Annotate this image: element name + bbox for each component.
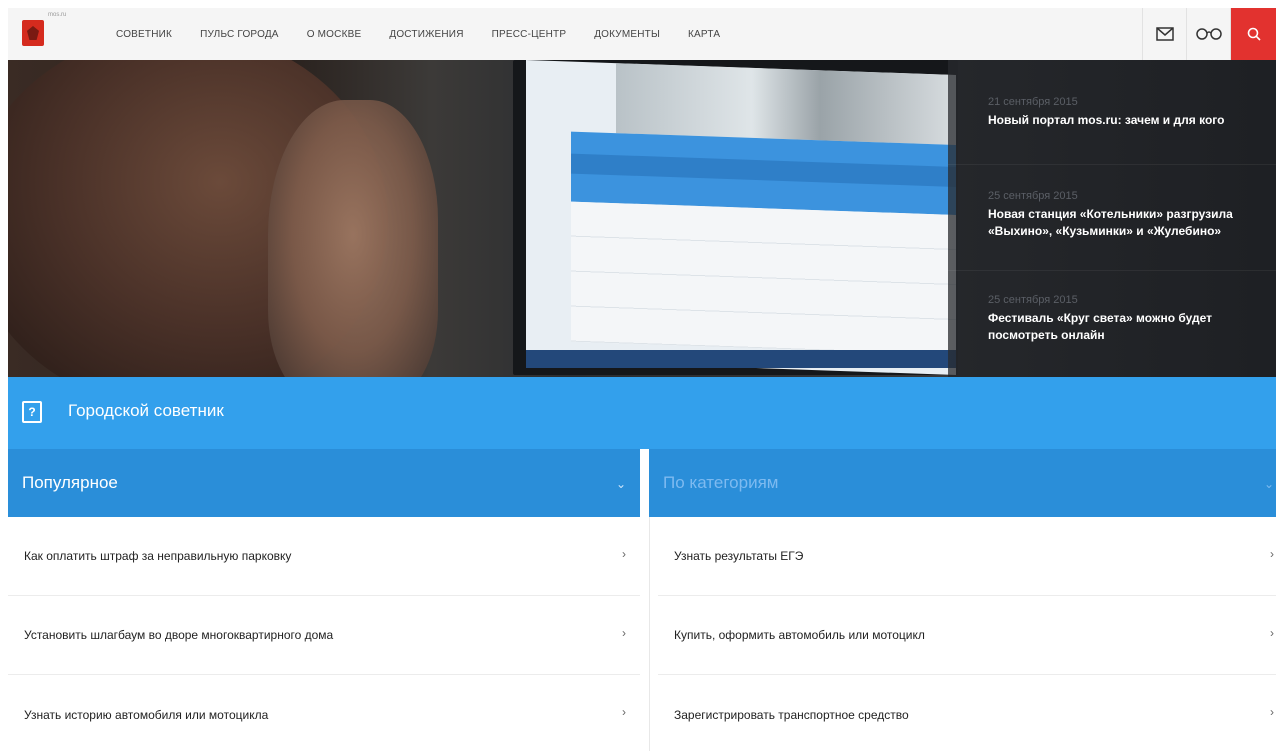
- screen-list-lines: [571, 201, 956, 356]
- advisor-title: Городской советник: [68, 401, 224, 420]
- search-button[interactable]: [1230, 8, 1276, 60]
- list-item[interactable]: Узнать историю автомобиля или мотоцикла …: [8, 675, 640, 751]
- list-item-label: Установить шлагбаум во дворе многокварти…: [24, 628, 334, 642]
- glasses-icon: [1195, 28, 1222, 40]
- list-item[interactable]: Купить, оформить автомобиль или мотоцикл…: [658, 596, 1276, 675]
- screen-photo-area: [616, 63, 956, 146]
- popular-list: Как оплатить штраф за неправильную парко…: [8, 517, 640, 751]
- mail-icon: [1155, 27, 1174, 41]
- news-date: 21 сентября 2015: [988, 96, 1078, 108]
- chevron-right-icon: ›: [622, 705, 626, 719]
- list-item[interactable]: Узнать результаты ЕГЭ ›: [658, 517, 1276, 596]
- chevron-right-icon: ›: [1270, 547, 1274, 561]
- news-date: 25 сентября 2015: [988, 294, 1078, 306]
- list-item[interactable]: Как оплатить штраф за неправильную парко…: [8, 517, 640, 596]
- news-title: Новая станция «Котельники» разгрузила «В…: [988, 207, 1233, 238]
- column-divider: [649, 517, 650, 751]
- news-date: 25 сентября 2015: [988, 190, 1078, 202]
- chevron-right-icon: ›: [1270, 626, 1274, 640]
- hero-banner: 21 сентября 2015 Новый портал mos.ru: за…: [8, 60, 1276, 377]
- news-title: Фестиваль «Круг света» можно будет посмо…: [988, 311, 1213, 342]
- list-item-label: Зарегистрировать транспортное средство: [674, 707, 909, 722]
- news-separator: [948, 270, 1276, 271]
- nav-item-o-moskve[interactable]: О МОСКВЕ: [307, 29, 362, 40]
- hero-photo-screen: [526, 60, 956, 376]
- city-advisor-header: ? Городской советник: [8, 377, 1276, 449]
- nav-item-puls-goroda[interactable]: ПУЛЬС ГОРОДА: [200, 29, 279, 40]
- tab-by-category[interactable]: По категориям ⌄: [649, 449, 1276, 517]
- list-item-label: Как оплатить штраф за неправильную парко…: [24, 549, 292, 563]
- advisor-tabs: Популярное ⌄ По категориям ⌄: [8, 449, 1276, 517]
- news-panel: 21 сентября 2015 Новый портал mos.ru: за…: [948, 60, 1276, 377]
- category-list: Узнать результаты ЕГЭ › Купить, оформить…: [658, 517, 1276, 751]
- list-item-label: Купить, оформить автомобиль или мотоцикл: [674, 628, 925, 642]
- nav-item-sovetnik[interactable]: СОВЕТНИК: [116, 29, 172, 40]
- nav-item-karta[interactable]: КАРТА: [688, 29, 720, 40]
- tab-popular[interactable]: Популярное ⌄: [8, 449, 640, 517]
- news-item[interactable]: 25 сентября 2015 Новая станция «Котельни…: [988, 190, 1273, 240]
- chevron-down-icon: ⌄: [615, 477, 626, 491]
- question-icon: ?: [22, 401, 42, 423]
- nav-item-dostizheniya[interactable]: ДОСТИЖЕНИЯ: [389, 29, 463, 40]
- chevron-right-icon: ›: [622, 626, 626, 640]
- advisor-list: Как оплатить штраф за неправильную парко…: [8, 517, 1276, 751]
- news-item[interactable]: 21 сентября 2015 Новый портал mos.ru: за…: [988, 96, 1273, 129]
- moscow-logo[interactable]: [22, 20, 44, 46]
- list-item-label: Узнать результаты ЕГЭ: [674, 549, 804, 563]
- list-item-label: Узнать историю автомобиля или мотоцикла: [24, 707, 269, 722]
- news-item[interactable]: 25 сентября 2015 Фестиваль «Круг света» …: [988, 294, 1273, 344]
- chevron-down-icon: ⌄: [1263, 477, 1274, 491]
- nav-item-dokumenty[interactable]: ДОКУМЕНТЫ: [594, 29, 660, 40]
- mail-button[interactable]: [1142, 8, 1186, 60]
- toolbar-icons: [1142, 8, 1276, 60]
- chevron-right-icon: ›: [1270, 705, 1274, 719]
- news-separator: [948, 164, 1276, 165]
- hero-photo-person-face: [268, 100, 438, 377]
- list-item[interactable]: Установить шлагбаум во дворе многокварти…: [8, 596, 640, 675]
- accessibility-button[interactable]: [1186, 8, 1230, 60]
- tab-popular-label: Популярное: [22, 473, 118, 492]
- nav-item-press-centr[interactable]: ПРЕСС-ЦЕНТР: [492, 29, 567, 40]
- main-menu: СОВЕТНИК ПУЛЬС ГОРОДА О МОСКВЕ ДОСТИЖЕНИ…: [116, 8, 748, 60]
- search-icon: [1247, 27, 1261, 41]
- list-item[interactable]: Зарегистрировать транспортное средство ›: [658, 675, 1276, 751]
- tab-by-category-label: По категориям: [663, 473, 779, 492]
- top-navigation-bar: mos.ru СОВЕТНИК ПУЛЬС ГОРОДА О МОСКВЕ ДО…: [8, 8, 1276, 60]
- news-title: Новый портал mos.ru: зачем и для кого: [988, 113, 1225, 127]
- logo-caption: mos.ru: [48, 12, 67, 18]
- chevron-right-icon: ›: [622, 547, 626, 561]
- hero-photo-taskbar: [526, 350, 956, 368]
